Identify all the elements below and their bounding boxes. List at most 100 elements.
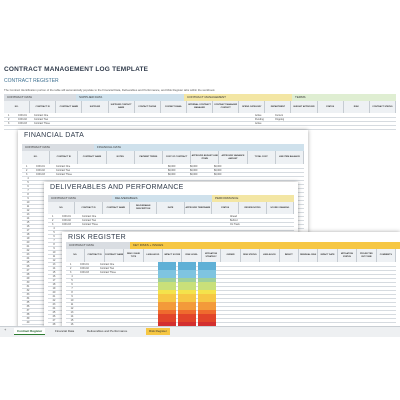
row-number: 8	[71, 290, 73, 294]
row-number: 18	[26, 232, 30, 236]
row-number: 26	[52, 314, 56, 318]
tab-risk-register[interactable]: Risk Register	[146, 328, 170, 335]
band-contract-data: CONTRACT DATA	[22, 144, 94, 151]
row-number: 22	[52, 298, 56, 302]
column-header: RISK	[343, 101, 370, 113]
row-number: 24	[52, 306, 56, 310]
row-number: 27	[52, 318, 56, 322]
column-header: INTERNAL CONTRACT MANAGER	[186, 101, 214, 113]
financial-title: FINANCIAL DATA	[24, 132, 85, 139]
row-number: 31	[26, 284, 30, 288]
row-number: 9	[71, 294, 73, 298]
column-header: RESIDUAL RISK	[298, 249, 319, 262]
column-header: SPEND CATEGORY	[239, 101, 266, 113]
column-header: CONTRACT STATUS	[369, 101, 396, 113]
row-number: 13	[52, 262, 56, 266]
row-number: 14	[52, 266, 56, 270]
column-header: NO.	[48, 202, 76, 214]
column-header: COMMENTS	[376, 249, 396, 262]
column-header: NOTES	[106, 151, 135, 164]
risk-register-sheet: RISK REGISTER CONTRACT DATA KEY RISKS + …	[62, 232, 400, 332]
row-number: 10	[26, 200, 30, 204]
deliverables-title: DELIVERABLES AND PERFORMANCE	[50, 184, 184, 191]
row-number: 10	[52, 250, 56, 254]
row-number: 23	[52, 302, 56, 306]
row-number: 29	[26, 276, 30, 280]
column-header: DEPARTMENT	[265, 101, 292, 113]
row-number: 26	[26, 264, 30, 268]
risk-title: RISK REGISTER	[68, 234, 126, 241]
row-number: 16	[26, 224, 30, 228]
column-header: NO.	[22, 151, 51, 164]
band-contract-data: CONTRACT DATA	[66, 242, 130, 249]
row-number: 38	[26, 312, 30, 316]
row-number: 5	[71, 278, 73, 282]
column-header: BUDGET APPROVER	[291, 101, 318, 113]
column-header: TOTAL COST	[247, 151, 276, 164]
row-number: 6	[53, 234, 55, 238]
row-number: 35	[26, 300, 30, 304]
tab-deliverables-and-performance[interactable]: Deliverables and Performance	[84, 328, 130, 335]
band-contract-data: CONTRACT DATA	[4, 94, 76, 101]
column-header: APPROVED BUDGET LINE ITEMS	[191, 151, 220, 164]
sheet-tab-bar: + Contract Register Financial Data Deliv…	[0, 326, 400, 337]
row-number: 11	[52, 254, 56, 258]
column-header: CONTRACT ID	[85, 249, 105, 262]
row-number: 12	[26, 208, 30, 212]
column-header: IMPACT DATE	[318, 249, 338, 262]
row-number: 7	[27, 188, 29, 192]
row-number: 32	[26, 288, 30, 292]
column-header: PAYMENT TERMS	[134, 151, 163, 164]
column-header: CONTRACT NAME	[102, 202, 130, 214]
row-number: 10	[70, 298, 74, 302]
row-number: 7	[53, 238, 55, 242]
column-header: IMPACT SCORE	[163, 249, 183, 262]
row-number: 24	[26, 256, 30, 260]
row-number: 13	[26, 212, 30, 216]
row-number: 25	[26, 260, 30, 264]
row-number: 15	[26, 220, 30, 224]
tab-financial-data[interactable]: Financial Data	[52, 328, 77, 335]
row-number: 4	[71, 274, 73, 278]
column-header: STATUS	[212, 202, 240, 214]
row-number: 34	[26, 296, 30, 300]
row-number: 9	[53, 246, 55, 250]
column-header: PROJECTED OUTCOME	[357, 249, 377, 262]
column-header: SCORE / RANKING	[266, 202, 294, 214]
row-number: 23	[26, 252, 30, 256]
page-description: The Contract Identification portion of t…	[4, 88, 216, 92]
row-number: 8	[27, 192, 29, 196]
column-header: CONTACT EMAIL	[160, 101, 187, 113]
column-header: RISK / ISSUE TYPE	[124, 249, 144, 262]
row-number: 12	[52, 258, 56, 262]
column-header: LINE ITEM BALANCE	[275, 151, 304, 164]
column-header: NO.	[66, 249, 86, 262]
band-terms: TERMS	[292, 94, 396, 101]
row-number: 40	[26, 320, 30, 324]
column-header: REVIEW NOTES	[239, 202, 267, 214]
column-header: DATE	[157, 202, 185, 214]
tab-contract-register[interactable]: Contract Register	[14, 328, 46, 335]
row-number: 6	[27, 184, 29, 188]
column-header: CONTACT PHONE	[134, 101, 161, 113]
column-header: APPROVED VARIANCE AMOUNT	[219, 151, 248, 164]
column-header: COST OF CONTRACT	[163, 151, 192, 164]
band-financial-data: FINANCIAL DATA	[94, 144, 304, 151]
row-number: 28	[26, 272, 30, 276]
band-contract-management: CONTRACT MANAGEMENT	[184, 94, 292, 101]
page-subtitle: CONTRACT REGISTER	[4, 78, 59, 84]
column-header: CONTRACT MANAGER CONTACT	[213, 101, 240, 113]
row-number: 20	[26, 240, 30, 244]
column-header: CONTRACT ID	[30, 101, 57, 113]
row-number: 13	[70, 310, 74, 314]
row-number: 33	[26, 292, 30, 296]
column-header: CONTRACT ID	[75, 202, 103, 214]
add-sheet-button[interactable]: +	[4, 327, 6, 332]
row-number: 4	[27, 176, 29, 180]
column-header: RISK LEVEL	[182, 249, 202, 262]
band-performance: PERFORMANCE	[212, 195, 294, 202]
row-number: 30	[26, 280, 30, 284]
row-number: 15	[70, 318, 74, 322]
row-number: 17	[52, 278, 56, 282]
band-supplier-data: SUPPLIER DATA	[76, 94, 184, 101]
